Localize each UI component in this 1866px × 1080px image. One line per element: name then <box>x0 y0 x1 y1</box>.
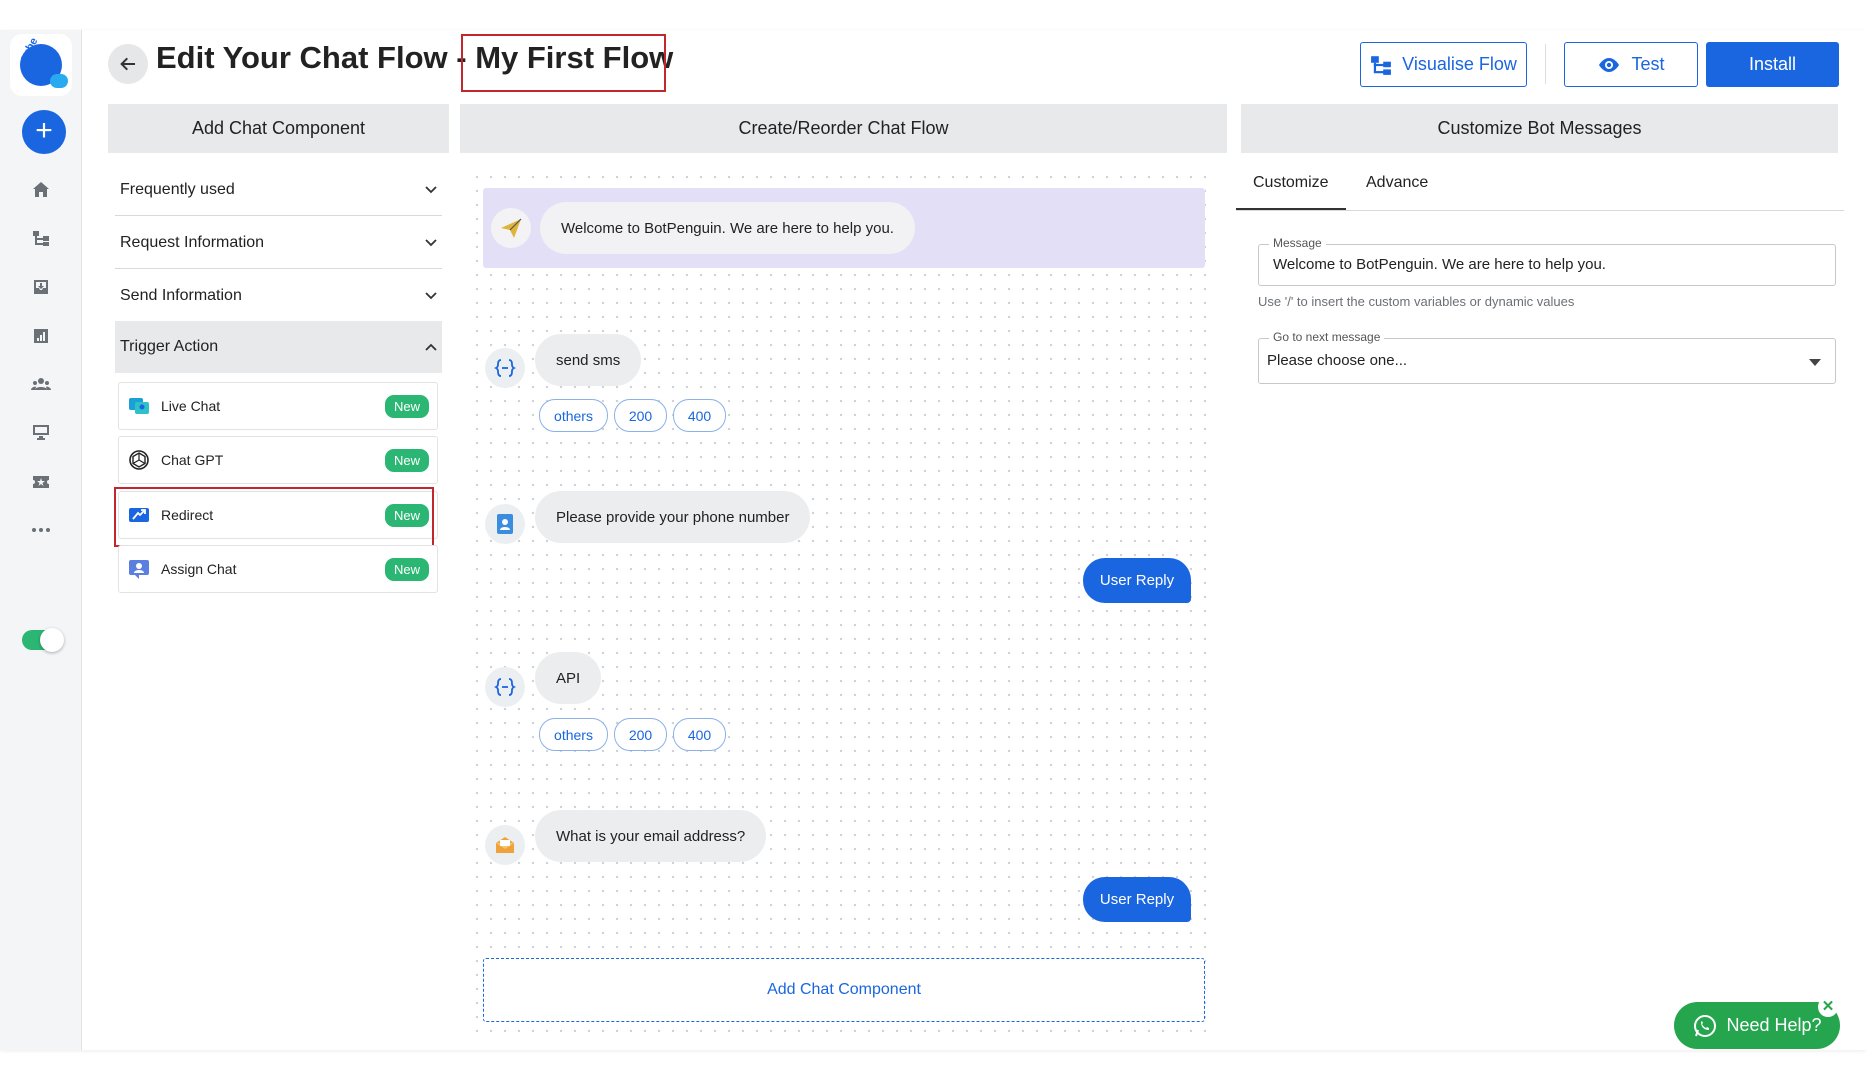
next-message-value: Please choose one... <box>1267 352 1408 369</box>
component-label: Assign Chat <box>161 561 237 577</box>
variables-hint: Use '/' to insert the custom variables o… <box>1258 294 1575 309</box>
envelope-icon <box>485 825 525 865</box>
active-tab-indicator <box>1236 208 1346 210</box>
app-window: cube + Edit Your Chat Flow - My First Fl… <box>0 30 1866 1050</box>
flow-node-phone[interactable]: Please provide your phone number <box>535 491 811 543</box>
assign-chat-icon <box>127 557 151 581</box>
users-icon[interactable] <box>29 372 53 396</box>
create-reorder-header: Create/Reorder Chat Flow <box>460 104 1227 153</box>
bot-status-toggle[interactable] <box>22 628 64 652</box>
whatsapp-icon <box>1694 1014 1717 1037</box>
ticket-icon[interactable] <box>29 470 53 494</box>
accordion-label: Trigger Action <box>120 338 219 355</box>
component-chat-gpt[interactable]: Chat GPT New <box>118 436 438 484</box>
openai-icon <box>127 448 151 472</box>
flow-node-email[interactable]: What is your email address? <box>535 810 767 862</box>
message-field-value: Welcome to BotPenguin. We are here to he… <box>1273 256 1606 273</box>
install-button[interactable]: Install <box>1706 42 1839 87</box>
message-field-label: Message <box>1269 236 1326 250</box>
need-help-button[interactable]: Need Help? <box>1674 1002 1840 1049</box>
flow-chart-icon <box>1371 55 1392 75</box>
add-chat-component-button[interactable]: Add Chat Component <box>483 958 1205 1022</box>
more-icon[interactable] <box>29 518 53 542</box>
response-chip-others[interactable]: others <box>539 718 608 751</box>
add-chat-component-header: Add Chat Component <box>108 104 449 153</box>
next-message-label: Go to next message <box>1269 330 1385 344</box>
close-icon[interactable]: ✕ <box>1818 997 1838 1017</box>
tab-customize[interactable]: Customize <box>1253 174 1329 192</box>
new-badge: New <box>384 394 429 418</box>
paper-plane-icon <box>491 208 531 248</box>
component-assign-chat[interactable]: Assign Chat New <box>118 545 438 593</box>
need-help-label: Need Help? <box>1726 1015 1822 1035</box>
response-chip-400[interactable]: 400 <box>673 718 726 751</box>
visualise-flow-button[interactable]: Visualise Flow <box>1360 42 1527 87</box>
live-chat-icon <box>127 394 151 418</box>
new-badge: New <box>384 448 429 472</box>
chevron-down-icon <box>425 238 437 246</box>
component-live-chat[interactable]: Live Chat New <box>118 382 438 430</box>
component-label: Chat GPT <box>161 452 224 468</box>
response-chip-200[interactable]: 200 <box>614 718 667 751</box>
accordion-request-information[interactable]: Request Information <box>115 217 442 269</box>
left-rail: cube + <box>0 30 82 1050</box>
accordion-frequently-used[interactable]: Frequently used <box>115 164 442 216</box>
user-reply-bubble[interactable]: User Reply <box>1083 877 1191 922</box>
flow-icon[interactable] <box>29 226 53 250</box>
contact-book-icon <box>485 504 525 544</box>
chevron-down-icon <box>425 185 437 193</box>
next-message-dropdown[interactable]: Go to next message Please choose one... <box>1258 330 1836 384</box>
inbox-icon[interactable] <box>29 275 53 299</box>
tab-advance[interactable]: Advance <box>1366 174 1428 192</box>
back-button[interactable] <box>108 44 148 84</box>
accordion-label: Frequently used <box>120 180 235 198</box>
response-chip-200[interactable]: 200 <box>614 399 667 432</box>
response-chip-400[interactable]: 400 <box>673 399 726 432</box>
new-badge: New <box>384 557 429 581</box>
home-icon[interactable] <box>29 178 53 202</box>
test-label: Test <box>1631 54 1665 74</box>
create-bot-button[interactable]: + <box>22 110 66 154</box>
welcome-bubble[interactable]: Welcome to BotPenguin. We are here to he… <box>540 202 915 254</box>
component-label: Live Chat <box>161 398 221 414</box>
message-field[interactable]: Message Welcome to BotPenguin. We are he… <box>1258 236 1836 286</box>
eye-icon <box>1599 57 1620 72</box>
header-divider <box>1545 44 1546 84</box>
redirect-highlight <box>114 487 434 547</box>
analytics-icon[interactable] <box>29 324 53 348</box>
test-button[interactable]: Test <box>1564 42 1698 87</box>
response-chip-others[interactable]: others <box>539 399 608 432</box>
accordion-label: Send Information <box>120 286 242 304</box>
visualise-flow-label: Visualise Flow <box>1402 54 1517 74</box>
page-title-prefix: Edit Your Chat Flow - <box>156 40 467 75</box>
code-braces-icon <box>485 667 525 707</box>
accordion-label: Request Information <box>120 233 265 251</box>
customize-bot-messages-header: Customize Bot Messages <box>1241 104 1838 153</box>
tabs-divider <box>1236 210 1844 211</box>
brand-logo[interactable]: cube <box>10 34 72 96</box>
monitor-icon[interactable] <box>29 420 53 444</box>
caret-down-icon <box>1809 359 1821 366</box>
user-reply-bubble[interactable]: User Reply <box>1083 558 1191 603</box>
flow-node-api[interactable]: API <box>535 652 602 704</box>
chevron-up-icon <box>425 343 437 351</box>
arrow-left-icon <box>120 57 135 71</box>
code-braces-icon <box>485 348 525 388</box>
flow-name-highlight <box>461 34 666 92</box>
flow-node-send-sms[interactable]: send sms <box>535 334 642 386</box>
accordion-trigger-action[interactable]: Trigger Action <box>115 321 442 373</box>
chevron-down-icon <box>425 291 437 299</box>
accordion-send-information[interactable]: Send Information <box>115 270 442 322</box>
